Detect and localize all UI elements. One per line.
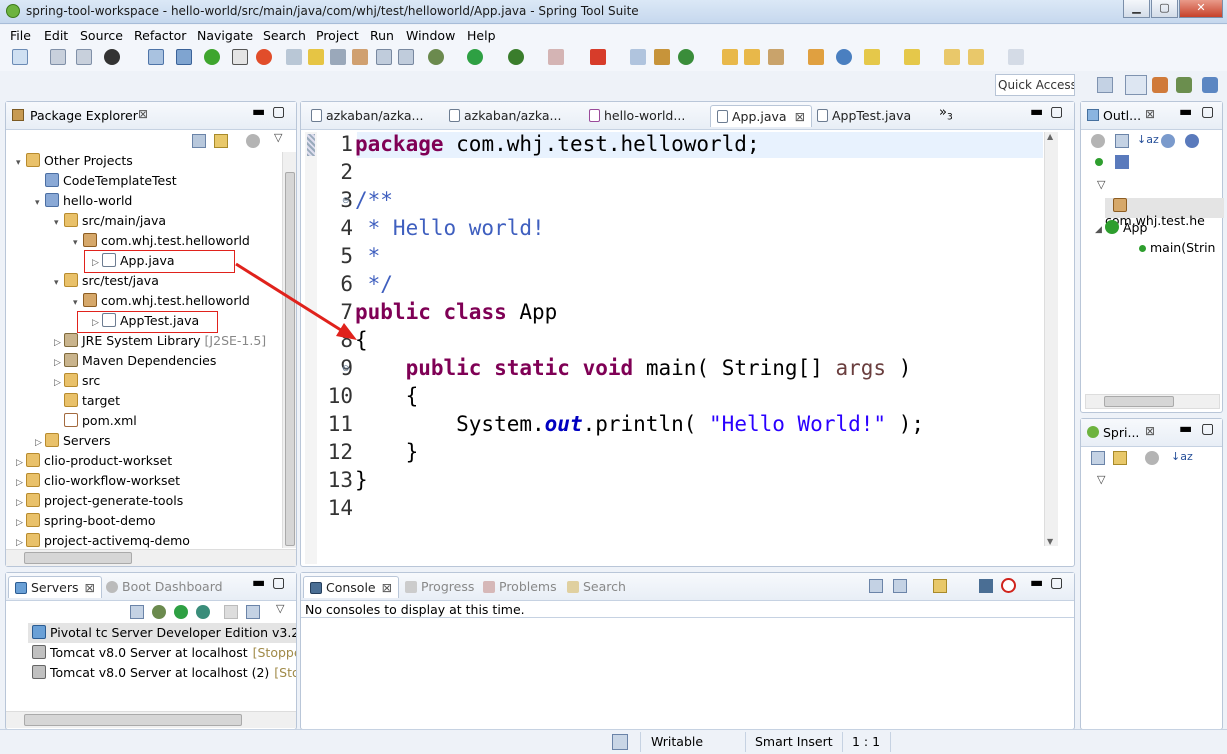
annotation-arrow [235, 262, 357, 340]
